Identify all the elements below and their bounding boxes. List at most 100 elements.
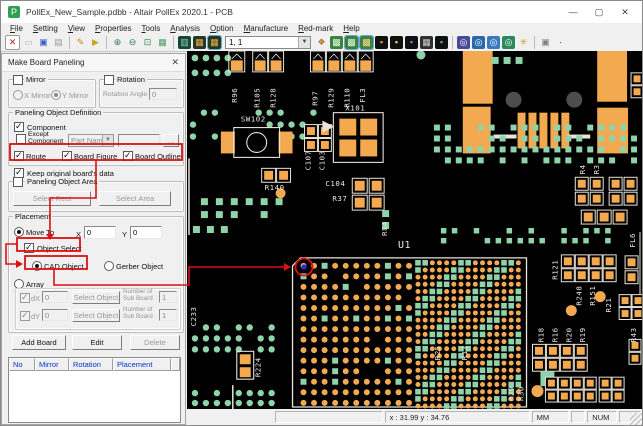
menu-setting[interactable]: Setting [28,24,63,33]
menu-file[interactable]: File [5,24,28,33]
overflow-dot[interactable]: · [554,36,567,49]
pcb-label-r20: R20 [564,327,573,342]
paneling-object-definition-label: Paneling Object Definition [13,108,103,117]
check-signal-icon[interactable]: ◎ [472,36,485,49]
open-icon[interactable]: ▭ [22,36,35,49]
capture-icon[interactable]: ▣ [539,36,552,49]
browse-button[interactable]: ... [163,134,179,147]
paneling-table-body[interactable] [9,371,180,422]
close-file-icon[interactable]: ✕ [5,35,20,50]
close-button[interactable]: ✕ [612,3,638,21]
pcb-label-c233: C233 [189,307,198,327]
display-board-icon[interactable]: ▪ [435,36,448,49]
pcb-label-r30: R30 [517,386,526,401]
print-icon[interactable]: ▤ [52,36,65,49]
display-nets-icon[interactable]: ▪ [405,36,418,49]
menu-analysis[interactable]: Analysis [165,24,205,33]
combo-dropdown-icon[interactable]: ▼ [298,37,310,48]
dialog-close-icon[interactable]: ✕ [171,57,179,68]
maximize-button[interactable]: ▢ [586,3,612,21]
menu-properties[interactable]: Properties [90,24,136,33]
zoom-in-icon[interactable]: ⊕ [111,36,124,49]
select-area-button[interactable]: Select Area [99,191,171,206]
route-checkbox[interactable] [14,151,24,161]
check-emc-icon[interactable]: ◎ [502,36,515,49]
board-figure-checkbox[interactable] [62,151,72,161]
pcb-viewport[interactable]: R96R105R128R97R129R110FL3SW102X101C107C1… [187,51,642,409]
zoom-out-icon[interactable]: ⊖ [126,36,139,49]
component-checkbox[interactable] [14,122,24,132]
rotation-angle-label: Rotation Angle [103,91,147,98]
panel-route-icon[interactable]: ▩ [360,36,373,49]
display-parts-icon[interactable]: ▪ [390,36,403,49]
y-mirror-radio[interactable] [51,90,61,100]
except-component-checkbox[interactable] [16,134,26,144]
pcb-top-view-icon[interactable]: ▦ [193,36,206,49]
sub-board-input-dx[interactable] [159,291,177,303]
select-rect-button[interactable]: Select Rect [13,191,91,206]
paneling-table[interactable]: No Mirror Rotation Placement [8,357,181,423]
save-icon[interactable]: ▣ [37,36,50,49]
rotation-checkbox[interactable] [104,75,114,85]
zoom-fit-icon[interactable]: ▦ [156,36,169,49]
menu-tools[interactable]: Tools [137,24,166,33]
menu-redmark[interactable]: Red-mark [293,24,338,33]
display-layers-icon[interactable]: ▪ [375,36,388,49]
col-mirror[interactable]: Mirror [35,358,69,371]
pcb-canvas[interactable]: R96R105R128R97R129R110FL3SW102X101C107C1… [187,51,642,409]
x-input[interactable] [84,226,116,239]
markup-pens-icon[interactable]: ✎ [74,36,87,49]
wand-icon[interactable]: ✳ [517,36,530,49]
pcb-label-r84: R84 [380,221,389,236]
dx-input[interactable] [42,291,68,303]
col-rotation[interactable]: Rotation [69,358,113,371]
gerber-object-radio[interactable] [104,261,114,271]
sub-board-input-dy[interactable] [159,309,177,321]
pcb-label-r4: R4 [578,164,587,174]
display-grid-icon[interactable]: ▦ [420,36,433,49]
mirror-checkbox[interactable] [13,75,23,85]
x-mirror-radio[interactable] [13,90,23,100]
select-object-button-dy[interactable]: Select Object [72,309,120,322]
except-filter-input[interactable] [118,134,160,147]
dx-checkbox[interactable] [20,293,30,303]
delete-button[interactable]: Delete [130,335,180,350]
dy-checkbox[interactable] [20,311,30,321]
board-position-combo[interactable]: 1, 1▼ [225,36,311,49]
add-board-button[interactable]: Add Board [12,335,66,350]
rotation-angle-input[interactable] [149,88,177,100]
check-dfm-icon[interactable]: ◎ [457,36,470,49]
y-input[interactable] [130,226,162,239]
menu-manufacture[interactable]: Manufacture [239,24,293,33]
pcb-label-sw102: SW102 [241,115,266,124]
object-select-checkbox[interactable] [24,243,34,253]
panel-edit-icon[interactable]: ▩ [330,36,343,49]
dialog-title-bar[interactable]: Make Board Paneling ✕ [2,54,185,72]
board-outline-checkbox[interactable] [123,151,133,161]
rotation-label: Rotation [115,75,147,84]
edit-button[interactable]: Edit [72,335,122,350]
move-to-radio[interactable] [14,227,24,237]
move-to-label: Move To [26,228,54,237]
menu-help[interactable]: Help [338,24,364,33]
pcb-bottom-view-icon[interactable]: ▦ [208,36,221,49]
cad-object-radio[interactable] [32,261,42,271]
board-outline-label: Board Outline [135,152,181,161]
col-no[interactable]: No [9,358,35,371]
menu-view[interactable]: View [63,24,90,33]
select-arrow-icon[interactable]: ▶ [89,36,102,49]
resize-grip[interactable] [630,413,642,425]
wizard-icon[interactable]: ❖ [315,36,328,49]
paneling-object-area-checkbox[interactable] [13,177,23,187]
check-thermal-icon[interactable]: ◎ [487,36,500,49]
dy-input[interactable] [42,309,68,321]
minimize-button[interactable]: — [560,3,586,21]
layer-panel-icon[interactable]: ▥ [178,36,191,49]
col-placement[interactable]: Placement [113,358,171,371]
zoom-window-icon[interactable]: ⊡ [141,36,154,49]
select-object-button-dx[interactable]: Select Object [72,291,120,304]
menu-option[interactable]: Option [205,24,239,33]
panel-copy-icon[interactable]: ▩ [345,36,358,49]
part-name-combo[interactable]: Part Name▼ [68,134,114,147]
pcb-label-r151: R151 [588,286,597,306]
